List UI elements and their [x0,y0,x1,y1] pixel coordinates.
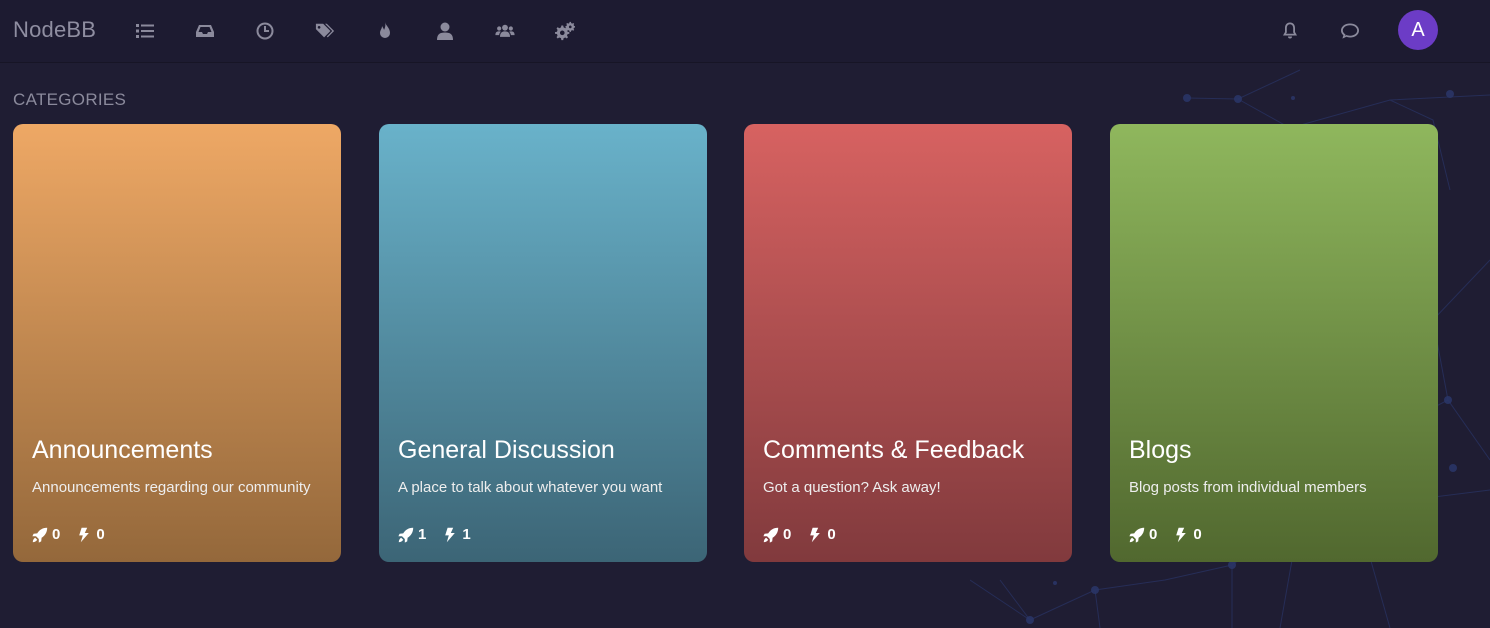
bolt-icon [79,527,90,542]
clock-icon[interactable] [253,19,277,43]
rocket-icon [1129,527,1145,543]
fire-icon[interactable] [373,19,397,43]
category-card-general-discussion[interactable]: General Discussion A place to talk about… [379,124,707,562]
topics-count: 0 [783,526,792,543]
posts-count: 0 [96,526,105,543]
posts-count: 1 [462,526,471,543]
category-description: Announcements regarding our community [32,479,311,496]
bolt-icon [1176,527,1187,542]
posts-stat: 0 [76,526,105,543]
topics-stat: 0 [1129,526,1157,543]
category-title[interactable]: Announcements [32,436,213,465]
topics-count: 0 [52,526,61,543]
posts-stat: 1 [442,526,471,543]
top-navbar: NodeBB A [0,0,1490,62]
inbox-icon[interactable] [193,19,217,43]
rocket-icon [32,527,48,543]
category-title[interactable]: General Discussion [398,436,615,465]
posts-stat: 0 [1173,526,1202,543]
categories-heading: CATEGORIES [13,90,127,109]
category-description: A place to talk about whatever you want [398,479,663,496]
cogs-icon[interactable] [553,19,577,43]
topics-count: 0 [1149,526,1158,543]
category-stats: 0 0 [32,526,105,543]
topics-stat: 1 [398,526,426,543]
category-stats: 1 1 [398,526,471,543]
category-card-blogs[interactable]: Blogs Blog posts from individual members… [1110,124,1438,562]
posts-count: 0 [827,526,836,543]
category-title[interactable]: Comments & Feedback [763,436,1024,465]
bell-icon[interactable] [1278,19,1302,43]
category-description: Got a question? Ask away! [763,479,941,496]
category-card-comments-feedback[interactable]: Comments & Feedback Got a question? Ask … [744,124,1072,562]
category-description: Blog posts from individual members [1129,479,1367,496]
bolt-icon [445,527,456,542]
page: NodeBB A CATEGORIES Announcements Announ… [0,0,1490,628]
chat-icon[interactable] [1338,19,1362,43]
topics-stat: 0 [763,526,791,543]
user-icon[interactable] [433,19,457,43]
bolt-icon [810,527,821,542]
rocket-icon [398,527,414,543]
topics-stat: 0 [32,526,60,543]
users-icon[interactable] [493,19,517,43]
categories-list-icon[interactable] [133,19,157,43]
brand-logo[interactable]: NodeBB [13,17,96,43]
posts-stat: 0 [807,526,836,543]
category-stats: 0 0 [1129,526,1202,543]
rocket-icon [763,527,779,543]
user-avatar[interactable]: A [1398,10,1438,50]
topics-count: 1 [418,526,427,543]
category-title[interactable]: Blogs [1129,436,1192,465]
posts-count: 0 [1193,526,1202,543]
tags-icon[interactable] [313,19,337,43]
category-stats: 0 0 [763,526,836,543]
category-card-announcements[interactable]: Announcements Announcements regarding ou… [13,124,341,562]
